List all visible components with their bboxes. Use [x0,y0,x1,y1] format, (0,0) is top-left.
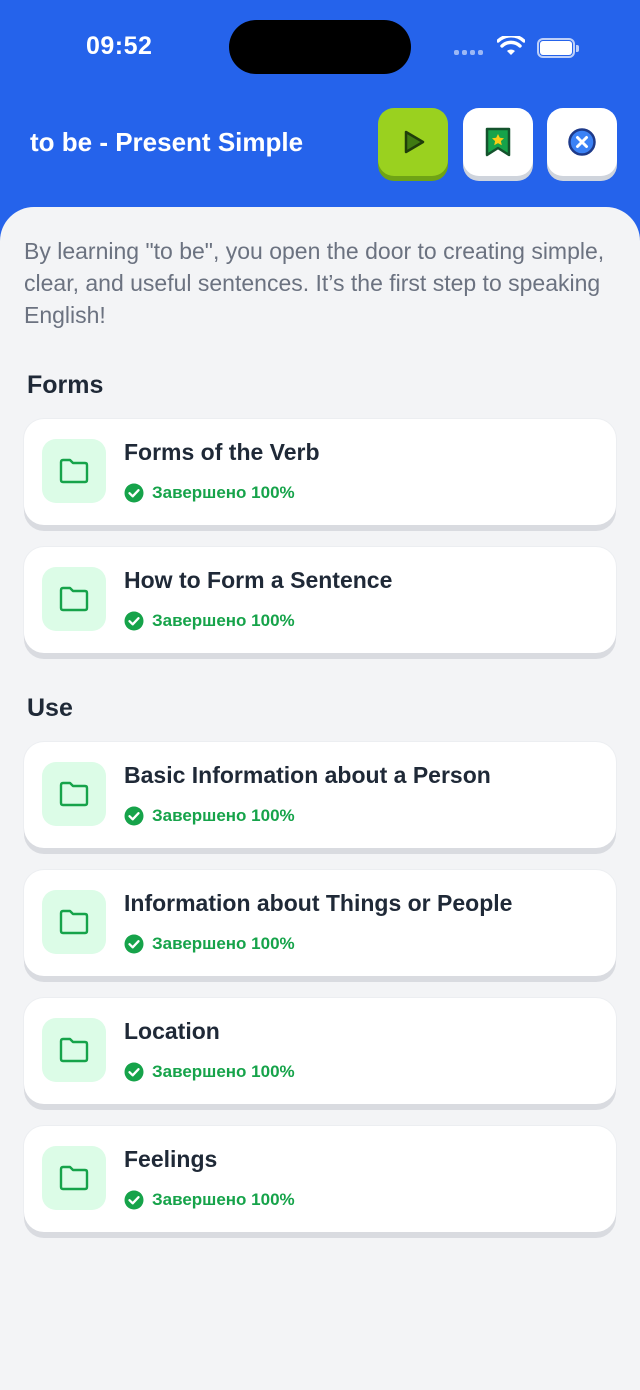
folder-icon [59,458,89,484]
completion-status: Завершено 100% [124,1190,295,1210]
topic-title: Location [124,1018,220,1044]
status-text: Завершено 100% [152,611,295,630]
folder-icon [59,781,89,807]
folder-icon [59,586,89,612]
check-circle-icon [124,1190,144,1210]
dynamic-island [229,20,411,74]
topic-card[interactable]: Basic Information about a Person Заверше… [24,742,616,848]
bookmark-star-icon [485,127,511,157]
completion-status: Завершено 100% [124,806,295,826]
folder-icon-box [42,762,106,826]
folder-icon [59,1165,89,1191]
status-text: Завершено 100% [152,934,295,953]
status-text: Завершено 100% [152,1190,295,1209]
folder-icon-box [42,439,106,503]
check-circle-icon [124,611,144,631]
folder-icon-box [42,1146,106,1210]
topic-card[interactable]: Feelings Завершено 100% [24,1126,616,1232]
status-text: Завершено 100% [152,483,295,502]
folder-icon [59,1037,89,1063]
folder-icon [59,909,89,935]
section-title-use: Use [27,694,73,722]
check-circle-icon [124,483,144,503]
completion-status: Завершено 100% [124,934,295,954]
lesson-header: to be - Present Simple [0,100,640,190]
status-text: Завершено 100% [152,1062,295,1081]
topic-card[interactable]: Location Завершено 100% [24,998,616,1104]
status-time: 09:52 [86,32,153,60]
topic-title: Information about Things or People [124,890,513,916]
wifi-icon [497,36,525,55]
topic-card[interactable]: Forms of the Verb Завершено 100% [24,419,616,525]
check-circle-icon [124,1062,144,1082]
play-icon [404,130,425,154]
status-bar: 09:52 [0,0,640,95]
check-circle-icon [124,806,144,826]
topic-title: Forms of the Verb [124,439,320,465]
content-sheet: By learning "to be", you open the door t… [0,207,640,1390]
status-text: Завершено 100% [152,806,295,825]
folder-icon-box [42,1018,106,1082]
completion-status: Завершено 100% [124,483,295,503]
topic-title: How to Form a Sentence [124,567,393,593]
close-circle-icon [568,128,596,156]
bookmark-button[interactable] [463,108,533,176]
section-title-forms: Forms [27,371,104,399]
close-button[interactable] [547,108,617,176]
completion-status: Завершено 100% [124,1062,295,1082]
folder-icon-box [42,567,106,631]
topic-card[interactable]: Information about Things or People Завер… [24,870,616,976]
battery-icon [537,38,579,58]
topic-card[interactable]: How to Form a Sentence Завершено 100% [24,547,616,653]
check-circle-icon [124,934,144,954]
cellular-signal-icon [454,50,483,55]
completion-status: Завершено 100% [124,611,295,631]
folder-icon-box [42,890,106,954]
intro-text: By learning "to be", you open the door t… [24,238,605,328]
topic-title: Feelings [124,1146,218,1172]
page-title: to be - Present Simple [30,127,304,157]
play-button[interactable] [378,108,448,176]
topic-title: Basic Information about a Person [124,762,491,788]
